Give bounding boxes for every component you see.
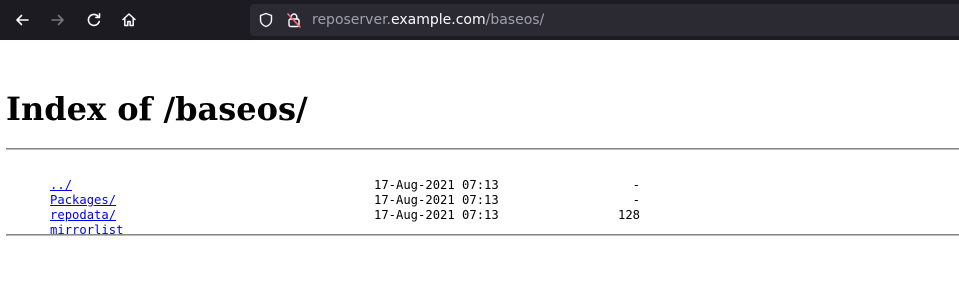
shield-icon[interactable]	[258, 12, 274, 28]
arrow-right-icon	[51, 14, 64, 26]
entry-date: 17-Aug-2021 07:13	[374, 193, 499, 207]
list-item: repodata/ 17-Aug-2021 07:13 -	[6, 193, 640, 222]
home-icon	[122, 13, 136, 27]
top-divider	[6, 148, 959, 150]
list-item: mirrorlist 17-Aug-2021 07:13 128	[6, 208, 640, 237]
forward-button[interactable]	[44, 6, 72, 34]
url-host-prefix: reposerver.	[312, 12, 391, 28]
url-bar[interactable]: reposerver.example.com/baseos/	[250, 4, 959, 36]
browser-toolbar: reposerver.example.com/baseos/	[0, 0, 959, 40]
entry-date: 17-Aug-2021 07:13	[374, 178, 499, 192]
reload-button[interactable]	[80, 6, 108, 34]
reload-icon	[87, 13, 101, 27]
url-text[interactable]: reposerver.example.com/baseos/	[312, 4, 544, 36]
entry-size: -	[632, 193, 640, 207]
arrow-left-icon	[16, 14, 29, 26]
url-host-main: example.com	[391, 12, 486, 28]
insecure-lock-icon[interactable]	[286, 12, 302, 28]
url-path: /baseos/	[485, 12, 545, 28]
bottom-divider	[6, 234, 959, 236]
directory-listing: ../ Packages/ 17-Aug-2021 07:13 - repoda…	[6, 163, 640, 237]
page-title: Index of /baseos/	[6, 90, 308, 128]
entry-date: 17-Aug-2021 07:13	[374, 208, 499, 222]
back-button[interactable]	[8, 6, 36, 34]
entry-size: 128	[617, 208, 640, 222]
list-item-parent: ../	[6, 163, 123, 192]
list-item: Packages/ 17-Aug-2021 07:13 -	[6, 178, 640, 207]
entry-size: -	[632, 178, 640, 192]
home-button[interactable]	[115, 6, 143, 34]
